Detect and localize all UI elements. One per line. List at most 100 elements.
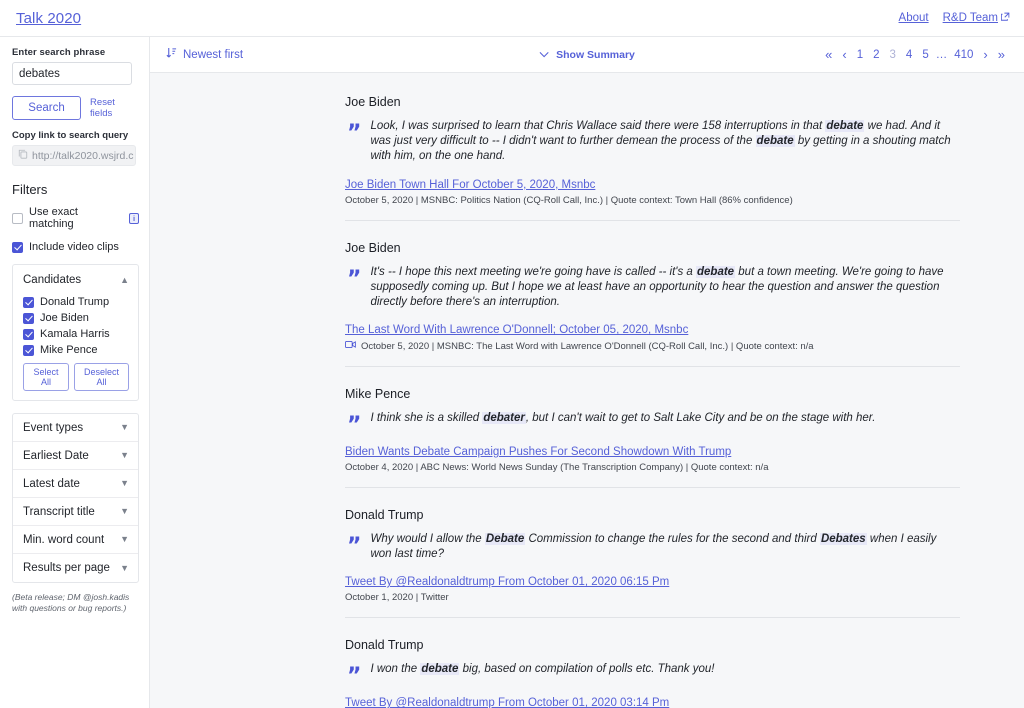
result-quote: ” It's -- I hope this next meeting we're … [345, 265, 960, 311]
external-link-icon [1000, 12, 1010, 21]
result-source-link[interactable]: Biden Wants Debate Campaign Pushes For S… [345, 446, 960, 458]
nav-link-about[interactable]: About [899, 12, 929, 24]
search-term-highlight: debater [482, 412, 526, 425]
filters-heading: Filters [12, 182, 48, 197]
accordion-label-results-per-page: Results per page [23, 562, 110, 574]
candidate-label-kamala-harris: Kamala Harris [40, 328, 110, 340]
nav-link-about-label: About [898, 12, 929, 24]
filter-exact-matching[interactable]: Use exact matching i [12, 206, 139, 230]
result-source-link[interactable]: The Last Word With Lawrence O'Donnell; O… [345, 324, 960, 336]
exact-matching-checkbox[interactable] [12, 212, 23, 224]
accordion-item-event-types[interactable]: Event types ▼ [13, 414, 138, 442]
select-all-button[interactable]: Select All [23, 363, 69, 391]
candidate-label-joe-biden: Joe Biden [40, 312, 89, 324]
search-term-highlight: debate [420, 663, 460, 676]
candidates-header[interactable]: Candidates ▲ [23, 274, 129, 286]
pagination-first[interactable]: « [820, 47, 837, 62]
candidate-item-donald-trump[interactable]: Donald Trump [23, 296, 129, 308]
candidate-label-donald-trump: Donald Trump [40, 296, 110, 308]
search-result-item: Joe Biden ” Look, I was surprised to learn… [345, 73, 960, 221]
candidate-checkbox-joe-biden[interactable] [23, 312, 34, 324]
quote-mark-icon: ” [347, 413, 362, 439]
candidate-checkbox-mike-pence[interactable] [23, 344, 34, 356]
search-input[interactable] [12, 62, 132, 85]
filter-accordion: Event types ▼ Earliest Date ▼ Latest dat… [12, 413, 139, 583]
accordion-item-latest-date[interactable]: Latest date ▼ [13, 470, 138, 498]
pagination-page-4[interactable]: 4 [901, 49, 917, 61]
result-source-link[interactable]: Tweet By @Realdonaldtrump From October 0… [345, 697, 960, 708]
pagination-prev[interactable]: ‹ [837, 47, 851, 62]
search-result-item: Mike Pence ” I think she is a skilled deba… [345, 367, 960, 489]
pagination-page-1[interactable]: 1 [852, 49, 868, 61]
search-term-highlight: debate [755, 135, 795, 148]
search-term-highlight: debate [696, 265, 736, 278]
exact-matching-label: Use exact matching [29, 206, 78, 230]
result-metadata-text: October 5, 2020 | MSNBC: The Last Word w… [361, 340, 814, 352]
search-term-highlight: Debates [819, 533, 867, 546]
accordion-item-min-word-count[interactable]: Min. word count ▼ [13, 526, 138, 554]
result-quote: ” Look, I was surprised to learn that Chr… [345, 119, 960, 165]
filter-include-video-clips[interactable]: Include video clips [12, 241, 139, 253]
deselect-all-button[interactable]: Deselect All [73, 363, 129, 391]
pagination-page-2[interactable]: 2 [868, 49, 884, 61]
accordion-item-earliest-date[interactable]: Earliest Date ▼ [13, 442, 138, 470]
search-term-highlight: Debate [484, 533, 526, 546]
main-content: Newest first Show Summary « ‹ 1 2 3 4 5 … [150, 37, 1024, 708]
sort-descending-icon [166, 47, 177, 62]
result-quote-text: I won the debate big, based on compilati… [370, 663, 715, 676]
pagination-last-page[interactable]: 410 [949, 49, 978, 61]
result-metadata-text: October 1, 2020 | Twitter [345, 592, 449, 604]
result-speaker-name: Donald Trump [345, 508, 424, 523]
copy-link-field[interactable]: http://talk2020.wsjrd.c [12, 145, 136, 166]
copy-icon [18, 149, 28, 162]
search-result-item: Donald Trump ” I won the debate big, based… [345, 618, 960, 708]
info-icon[interactable]: i [129, 212, 139, 224]
show-summary-label: Show Summary [556, 48, 635, 61]
accordion-label-earliest-date: Earliest Date [23, 449, 89, 462]
chevron-down-icon: ▼ [120, 506, 129, 516]
search-result-item: Donald Trump ” Why would I allow the Debat… [345, 488, 960, 619]
accordion-item-transcript-title[interactable]: Transcript title ▼ [13, 498, 138, 526]
sort-order-control[interactable]: Newest first [166, 47, 243, 62]
result-metadata-text: October 5, 2020 | MSNBC: Politics Nation… [345, 194, 793, 206]
include-video-clips-checkbox[interactable] [12, 241, 23, 253]
result-speaker-name: Joe Biden [345, 95, 401, 109]
result-metadata-text: October 4, 2020 | ABC News: World News S… [345, 462, 769, 474]
chevron-down-icon: ▼ [120, 534, 129, 544]
result-speaker-name: Mike Pence [345, 387, 411, 402]
nav-link-rd-team-label: R&D Team [942, 12, 998, 24]
search-field-label: Enter search phrase [12, 47, 106, 58]
quote-mark-icon: ” [347, 121, 362, 146]
nav-link-rd-team[interactable]: R&D Team [943, 12, 1010, 24]
result-quote: ” Why would I allow the Debate Commission… [345, 532, 960, 562]
show-summary-control[interactable]: Show Summary [539, 49, 635, 61]
result-source-link[interactable]: Tweet By @Realdonaldtrump From October 0… [345, 576, 960, 588]
candidate-item-joe-biden[interactable]: Joe Biden [23, 312, 129, 324]
candidate-checkbox-kamala-harris[interactable] [23, 328, 34, 340]
candidate-checkbox-donald-trump[interactable] [23, 296, 34, 308]
result-quote: ” I won the debate big, based on compilat… [345, 662, 960, 688]
reset-fields-link[interactable]: Reset fields [90, 97, 139, 119]
candidate-item-mike-pence[interactable]: Mike Pence [23, 344, 129, 356]
chevron-down-icon [539, 49, 549, 61]
result-metadata: October 5, 2020 | MSNBC: Politics Nation… [345, 195, 960, 206]
candidate-item-kamala-harris[interactable]: Kamala Harris [23, 328, 129, 340]
accordion-label-min-word-count: Min. word count [23, 533, 105, 546]
result-quote-text: Why would I allow the Debate Commission … [370, 533, 937, 561]
search-button[interactable]: Search [12, 96, 82, 120]
search-result-item: Joe Biden ” It's -- I hope this next meeti… [345, 221, 960, 368]
result-quote-text: I think she is a skilled debater, but I … [370, 412, 876, 425]
brand-logo-link[interactable]: Talk 2020 [16, 10, 81, 27]
result-metadata: October 4, 2020 | ABC News: World News S… [345, 462, 960, 473]
pagination-page-5[interactable]: 5 [917, 49, 933, 61]
beta-release-note: (Beta release; DM @josh.kadis with quest… [12, 592, 130, 614]
pagination-last[interactable]: » [993, 47, 1010, 62]
search-term-highlight: debate [825, 120, 865, 132]
pagination-next[interactable]: › [978, 47, 992, 62]
result-speaker-name: Donald Trump [345, 638, 424, 653]
result-source-link[interactable]: Joe Biden Town Hall For October 5, 2020,… [345, 179, 960, 191]
copy-link-value: http://talk2020.wsjrd.c [32, 149, 134, 162]
pagination: « ‹ 1 2 3 4 5 … 410 › » [820, 47, 1010, 62]
copy-link-label: Copy link to search query [12, 130, 129, 141]
accordion-item-results-per-page[interactable]: Results per page ▼ [13, 554, 138, 582]
